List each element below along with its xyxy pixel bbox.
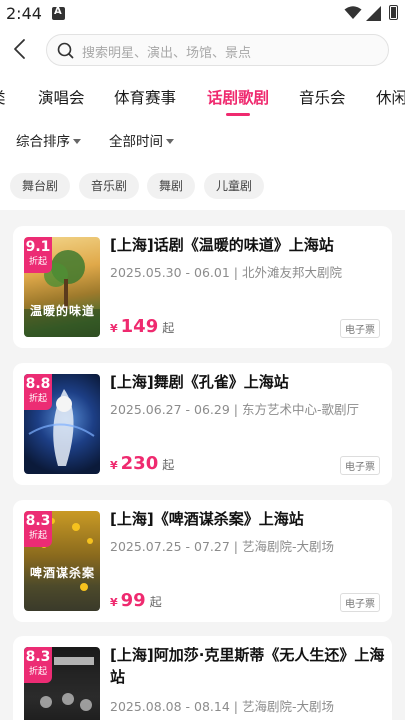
tab-partial-left[interactable]: 类 bbox=[0, 86, 6, 108]
event-venue: 北外滩友邦大剧院 bbox=[241, 265, 342, 280]
caret-down-icon bbox=[166, 139, 174, 144]
filter-bar: 综合排序 全部时间 bbox=[0, 120, 405, 160]
tag-chip[interactable]: 儿童剧 bbox=[204, 173, 265, 199]
event-meta: 2025.05.30 - 06.01 | 北外滩友邦大剧院 bbox=[110, 265, 342, 280]
discount-badge: 8.3 折起 bbox=[24, 647, 52, 683]
price-value: 230 bbox=[120, 453, 159, 474]
category-tabs: 类 演唱会 体育赛事 话剧歌剧 音乐会 休闲 bbox=[0, 72, 405, 120]
currency-symbol: ¥ bbox=[110, 322, 118, 335]
event-meta: 2025.06.27 - 06.29 | 东方艺术中心-歌剧厅 bbox=[110, 402, 359, 417]
poster-title: 啤酒谋杀案 bbox=[30, 566, 96, 580]
discount-label: 折起 bbox=[28, 667, 47, 677]
discount-value: 8.8 bbox=[25, 376, 51, 392]
event-card[interactable]: 8.3 折起 [上海]阿加莎·克里斯蒂《无人生还》上海站 2025.08.08 … bbox=[13, 636, 392, 720]
sort-label: 综合排序 bbox=[16, 134, 70, 150]
discount-badge: 8.8 折起 bbox=[24, 374, 52, 410]
top-bar: 搜索明星、演出、场馆、景点 bbox=[0, 28, 405, 72]
discount-value: 8.3 bbox=[25, 649, 51, 665]
tab-concert[interactable]: 演唱会 bbox=[38, 86, 85, 108]
event-dates: 2025.05.30 - 06.01 bbox=[110, 265, 230, 280]
event-card[interactable]: 8.8 折起 [上海]舞剧《孔雀》上海站 2025.06.27 - 06.29 … bbox=[13, 363, 392, 485]
event-price: ¥149 起 bbox=[110, 316, 174, 337]
event-venue: 艺海剧院-大剧场 bbox=[241, 699, 334, 714]
wifi-icon bbox=[344, 6, 362, 19]
event-title[interactable]: [上海]话剧《温暖的味道》上海站 bbox=[110, 234, 385, 256]
price-suffix: 起 bbox=[162, 321, 175, 335]
time-label: 全部时间 bbox=[109, 134, 163, 150]
event-poster: 8.3 折起 啤酒谋杀案 bbox=[24, 511, 100, 611]
sort-dropdown[interactable]: 综合排序 bbox=[16, 130, 81, 150]
battery-icon bbox=[389, 5, 398, 20]
time-dropdown[interactable]: 全部时间 bbox=[109, 130, 174, 150]
discount-badge: 8.3 折起 bbox=[24, 511, 52, 547]
caret-down-icon bbox=[73, 139, 81, 144]
event-meta: 2025.07.25 - 07.27 | 艺海剧院-大剧场 bbox=[110, 539, 334, 554]
event-dates: 2025.06.27 - 06.29 bbox=[110, 402, 230, 417]
notification-icon bbox=[52, 6, 65, 20]
tab-sports[interactable]: 体育赛事 bbox=[114, 86, 176, 108]
signal-icon bbox=[366, 6, 381, 21]
tag-chip[interactable]: 舞剧 bbox=[147, 173, 196, 199]
discount-value: 9.1 bbox=[25, 239, 51, 255]
event-card[interactable]: 8.3 折起 啤酒谋杀案 [上海]《啤酒谋杀案》上海站 2025.07.25 -… bbox=[13, 500, 392, 622]
discount-value: 8.3 bbox=[25, 513, 51, 529]
discount-badge: 9.1 折起 bbox=[24, 237, 52, 273]
e-ticket-badge: 电子票 bbox=[340, 593, 380, 612]
event-poster: 8.8 折起 bbox=[24, 374, 100, 474]
tab-leisure[interactable]: 休闲 bbox=[376, 86, 405, 108]
event-dates: 2025.07.25 - 07.27 bbox=[110, 539, 230, 554]
search-input[interactable]: 搜索明星、演出、场馆、景点 bbox=[82, 42, 251, 61]
event-meta: 2025.08.08 - 08.14 | 艺海剧院-大剧场 bbox=[110, 699, 334, 714]
tag-chip[interactable]: 舞台剧 bbox=[10, 173, 71, 199]
price-suffix: 起 bbox=[149, 595, 162, 609]
event-price: ¥99 起 bbox=[110, 590, 162, 611]
event-dates: 2025.08.08 - 08.14 bbox=[110, 699, 230, 714]
event-poster: 8.3 折起 bbox=[24, 647, 100, 720]
event-venue: 艺海剧院-大剧场 bbox=[241, 539, 334, 554]
currency-symbol: ¥ bbox=[110, 459, 118, 472]
currency-symbol: ¥ bbox=[110, 596, 118, 609]
price-value: 99 bbox=[120, 590, 146, 611]
active-tab-indicator bbox=[226, 113, 250, 116]
back-arrow-icon[interactable] bbox=[10, 38, 32, 60]
discount-label: 折起 bbox=[28, 394, 47, 404]
discount-label: 折起 bbox=[28, 531, 47, 541]
search-box[interactable]: 搜索明星、演出、场馆、景点 bbox=[46, 34, 389, 66]
tab-drama-opera[interactable]: 话剧歌剧 bbox=[207, 86, 269, 108]
tag-chip[interactable]: 音乐剧 bbox=[79, 173, 140, 199]
e-ticket-badge: 电子票 bbox=[340, 456, 380, 475]
event-card[interactable]: 9.1 折起 温暖的味道 [上海]话剧《温暖的味道》上海站 2025.05.30… bbox=[13, 226, 392, 348]
event-title[interactable]: [上海]《啤酒谋杀案》上海站 bbox=[110, 508, 385, 530]
event-price: ¥230 起 bbox=[110, 453, 174, 474]
discount-label: 折起 bbox=[28, 257, 47, 267]
event-venue: 东方艺术中心-歌剧厅 bbox=[241, 402, 359, 417]
event-title[interactable]: [上海]舞剧《孔雀》上海站 bbox=[110, 371, 385, 393]
event-poster: 9.1 折起 温暖的味道 bbox=[24, 237, 100, 337]
search-icon bbox=[57, 42, 74, 59]
tag-chips: 舞台剧 音乐剧 舞剧 儿童剧 bbox=[0, 160, 405, 210]
status-time: 2:44 bbox=[6, 4, 42, 23]
price-suffix: 起 bbox=[162, 458, 175, 472]
price-value: 149 bbox=[120, 316, 159, 337]
tab-classical-music[interactable]: 音乐会 bbox=[299, 86, 346, 108]
status-bar: 2:44 bbox=[0, 0, 405, 28]
event-title[interactable]: [上海]阿加莎·克里斯蒂《无人生还》上海站 bbox=[110, 644, 385, 688]
poster-title: 温暖的味道 bbox=[30, 304, 96, 318]
e-ticket-badge: 电子票 bbox=[340, 319, 380, 338]
